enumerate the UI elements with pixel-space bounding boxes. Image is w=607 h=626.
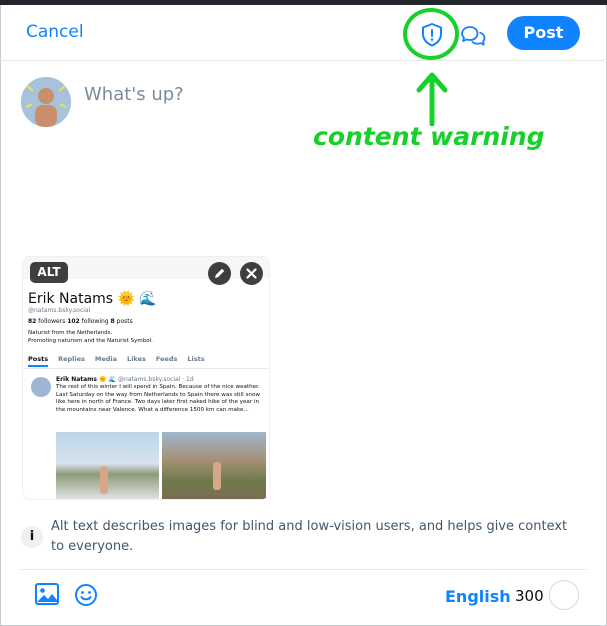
tab-feeds: Feeds <box>155 355 178 363</box>
post-body: The rest of this winter I will spend in … <box>56 384 260 413</box>
followers-count: 82 <box>28 318 37 325</box>
image-icon[interactable] <box>34 582 60 606</box>
post-photo-snow <box>56 432 159 499</box>
emoji-icon[interactable] <box>74 583 98 607</box>
post-author: Erik Natams 🌞 🌊 <box>56 376 117 383</box>
alt-text-button[interactable]: ALT <box>30 262 68 283</box>
edit-image-button[interactable] <box>208 262 231 285</box>
remove-image-button[interactable] <box>240 262 263 285</box>
character-count: 300 <box>515 587 544 605</box>
hiker-figure <box>100 466 108 494</box>
close-icon <box>246 268 257 279</box>
divider <box>23 368 269 369</box>
bio-line: Promoting naturism and the Naturist Symb… <box>28 338 153 344</box>
profile-tabs: Posts Replies Media Likes Feeds Lists <box>28 355 205 367</box>
image-attachment: Erik Natams 🌞 🌊 @natams.bsky.social 82 f… <box>22 256 270 500</box>
post-author-avatar <box>31 377 51 397</box>
profile-bio: Naturist from the Netherlands. Promoting… <box>28 329 153 345</box>
bio-line: Naturist from the Netherlands. <box>28 330 113 336</box>
annotation-label: content warning <box>313 122 545 151</box>
composer-header: Cancel Post <box>0 5 607 61</box>
profile-stats: 82 followers 102 following 8 posts <box>28 318 133 325</box>
posts-count: 8 <box>110 318 115 325</box>
tab-media: Media <box>94 355 118 363</box>
tab-likes: Likes <box>127 355 146 363</box>
chat-bubbles-icon[interactable] <box>459 23 487 49</box>
hiker-figure <box>213 462 221 490</box>
post-header: Erik Natams 🌞 🌊 @natams.bsky.social · 1d <box>56 376 194 383</box>
cancel-button[interactable]: Cancel <box>26 22 84 42</box>
footer-divider <box>20 569 587 570</box>
profile-handle: @natams.bsky.social <box>28 307 91 314</box>
character-progress-ring <box>549 580 579 610</box>
post-button[interactable]: Post <box>507 16 580 50</box>
tab-lists: Lists <box>187 355 205 363</box>
post-meta: @natams.bsky.social · 1d <box>118 376 194 383</box>
annotation-circle <box>403 8 459 60</box>
posts-label: posts <box>116 318 133 325</box>
tab-posts: Posts <box>28 355 49 367</box>
post-text-input[interactable]: What's up? <box>84 84 184 105</box>
avatar-photo <box>21 77 71 127</box>
following-count: 102 <box>67 318 80 325</box>
following-label: following <box>81 318 109 325</box>
language-selector[interactable]: English <box>445 587 511 606</box>
alt-text-hint: Alt text describes images for blind and … <box>51 519 568 554</box>
post-photo-mountains <box>162 432 266 499</box>
avatar <box>21 77 71 127</box>
pencil-icon <box>215 268 225 278</box>
profile-name: Erik Natams 🌞 🌊 <box>28 291 157 307</box>
tab-replies: Replies <box>58 355 85 363</box>
info-icon: i <box>21 526 43 548</box>
followers-label: followers <box>38 318 66 325</box>
annotation-arrow-icon <box>416 72 448 126</box>
